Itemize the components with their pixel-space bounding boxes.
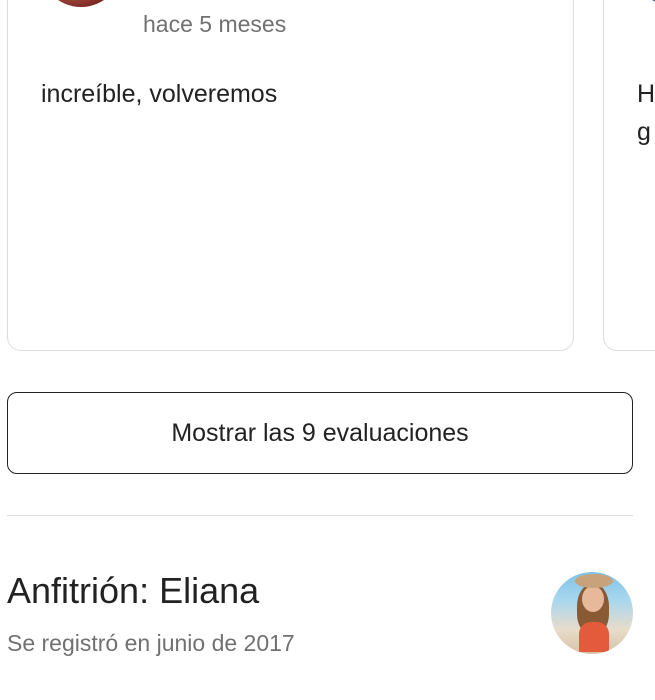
review-text: H g [637,80,655,146]
host-joined-date: Se registró en junio de 2017 [7,630,295,656]
reviewer-avatar [40,0,122,7]
show-all-reviews-button[interactable]: Mostrar las 9 evaluaciones [7,392,633,474]
review-text: increíble, volveremos [41,80,278,108]
review-card[interactable]: hace 5 meses increíble, volveremos [7,0,574,351]
reviews-carousel[interactable]: hace 5 meses increíble, volveremos H g [0,0,655,360]
listing-page: hace 5 meses increíble, volveremos H g M… [0,0,655,700]
review-date: hace 5 meses [143,11,287,37]
host-title: Anfitrión: Eliana [7,570,260,611]
host-avatar[interactable] [551,572,633,654]
reviewer-avatar [634,0,655,7]
section-divider [7,515,633,516]
review-card[interactable]: H g [603,0,655,351]
